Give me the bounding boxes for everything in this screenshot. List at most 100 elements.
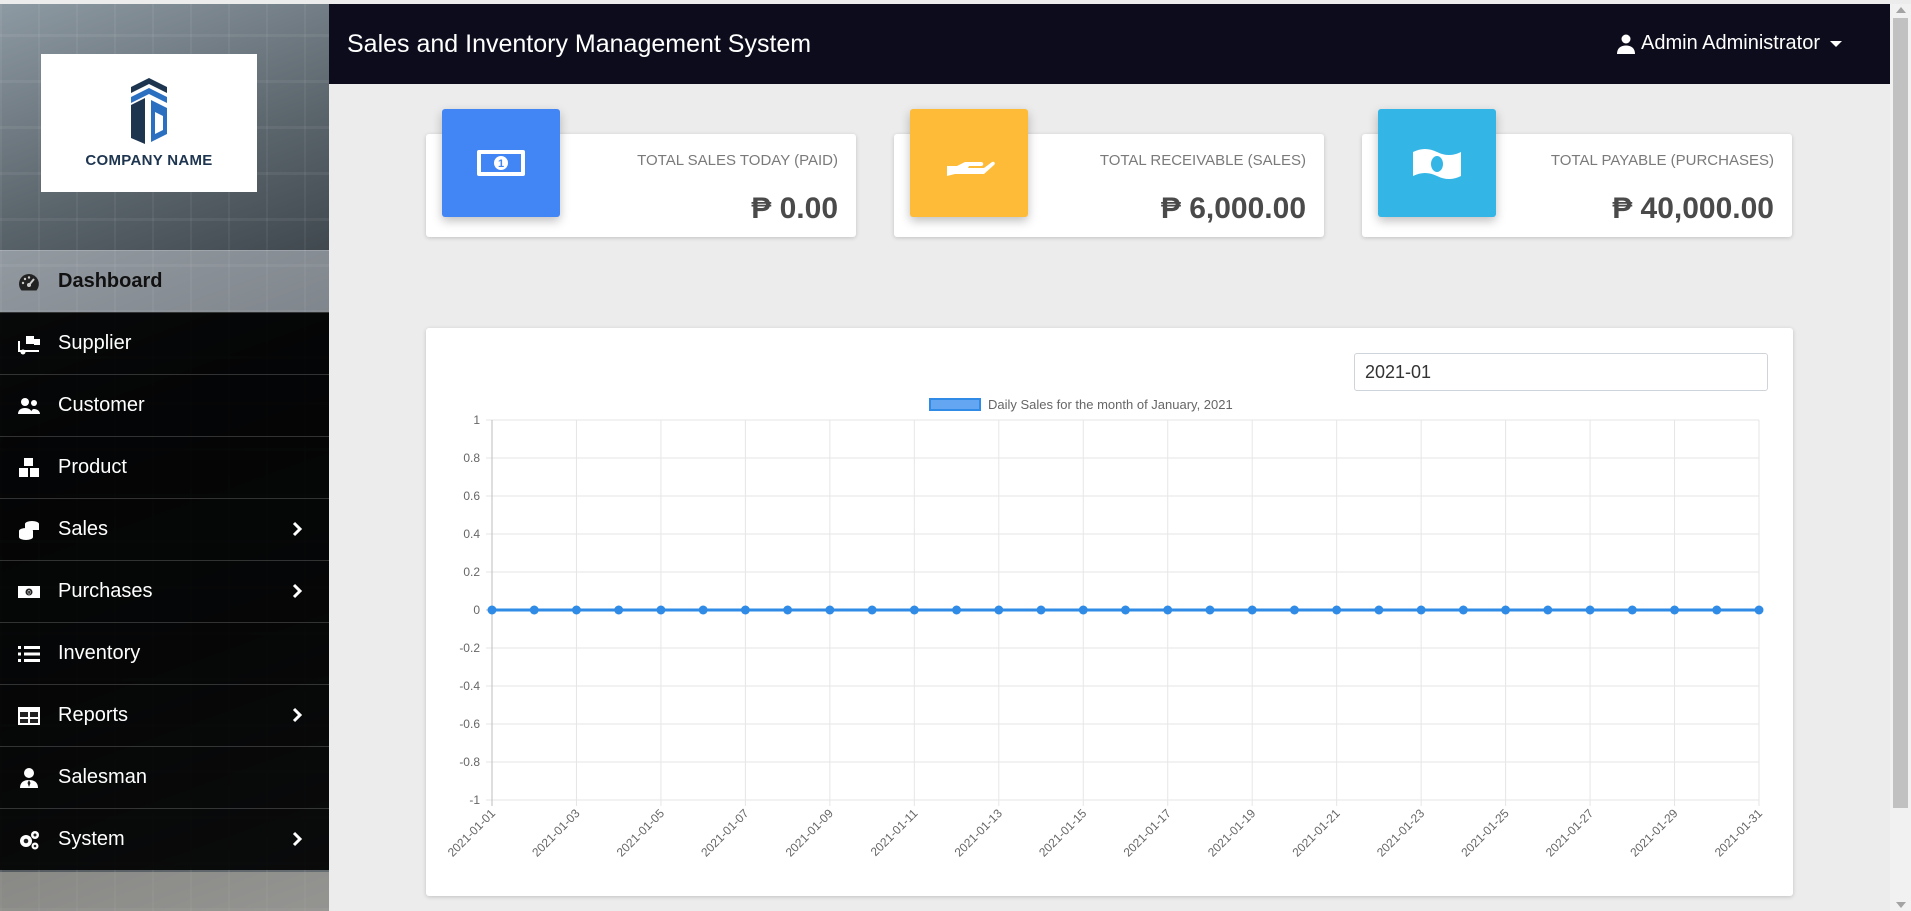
data-point[interactable] xyxy=(1458,605,1468,615)
svg-text:1: 1 xyxy=(498,158,504,170)
company-logo[interactable]: COMPANY NAME xyxy=(41,54,257,192)
sidebar-item-label: Purchases xyxy=(58,580,153,602)
company-logo-icon xyxy=(131,77,167,144)
sidebar-item-system[interactable]: System xyxy=(0,808,329,870)
y-tick-label: 0 xyxy=(473,603,480,617)
sidebar-item-label: Sales xyxy=(58,518,109,540)
stat-card-sales-today: 1 TOTAL SALES TODAY (PAID) ₱ 0.00 xyxy=(426,109,856,237)
data-point[interactable] xyxy=(1754,605,1764,615)
y-tick-label: -0.4 xyxy=(459,679,480,693)
x-tick-label: 2021-01-17 xyxy=(1121,806,1175,860)
data-point[interactable] xyxy=(529,605,539,615)
data-point[interactable] xyxy=(994,605,1004,615)
sidebar-nav: Dashboard Supplier Customer Product Sale… xyxy=(0,250,329,870)
sidebar-item-customer[interactable]: Customer xyxy=(0,374,329,436)
y-tick-label: -0.8 xyxy=(459,755,480,769)
data-point[interactable] xyxy=(487,605,497,615)
x-tick-label: 2021-01-31 xyxy=(1712,806,1766,860)
sidebar-item-label: System xyxy=(58,828,125,850)
x-tick-label: 2021-01-21 xyxy=(1289,806,1343,860)
legend-label[interactable]: Daily Sales for the month of January, 20… xyxy=(988,397,1233,412)
data-point[interactable] xyxy=(1078,605,1088,615)
data-point[interactable] xyxy=(1205,605,1215,615)
legend-swatch[interactable] xyxy=(929,398,981,411)
x-tick-label: 2021-01-01 xyxy=(445,806,499,860)
data-point[interactable] xyxy=(1501,605,1511,615)
scroll-up-arrow-icon[interactable] xyxy=(1896,7,1906,13)
data-point[interactable] xyxy=(1543,605,1553,615)
x-tick-label: 2021-01-19 xyxy=(1205,806,1259,860)
data-point[interactable] xyxy=(1121,605,1130,615)
sidebar-item-salesman[interactable]: Salesman xyxy=(0,746,329,808)
stat-card-icon-box xyxy=(910,109,1028,217)
sidebar-item-label: Reports xyxy=(58,704,129,726)
y-tick-label: 1 xyxy=(473,413,480,427)
user-dropdown[interactable]: Admin Administrator xyxy=(1617,32,1842,55)
app-title: Sales and Inventory Management System xyxy=(347,30,812,58)
sidebar-item-label: Customer xyxy=(58,394,145,416)
sidebar-item-label: Dashboard xyxy=(58,270,163,292)
data-point[interactable] xyxy=(1332,605,1342,615)
y-tick-label: -1 xyxy=(469,793,480,807)
sidebar-background-bottom xyxy=(0,872,329,911)
scroll-down-arrow-icon[interactable] xyxy=(1896,902,1906,908)
data-point[interactable] xyxy=(1627,605,1637,615)
data-point[interactable] xyxy=(1585,605,1595,615)
data-point[interactable] xyxy=(909,605,919,615)
x-tick-label: 2021-01-05 xyxy=(614,806,668,860)
chevron-right-icon xyxy=(292,583,303,599)
data-point[interactable] xyxy=(1036,605,1046,615)
sidebar-item-purchases[interactable]: 0 Purchases xyxy=(0,560,329,622)
data-point[interactable] xyxy=(867,605,877,615)
stat-card-label: TOTAL PAYABLE (PURCHASES) xyxy=(1550,152,1774,169)
sidebar-item-reports[interactable]: Reports xyxy=(0,684,329,746)
user-tie-icon xyxy=(20,767,38,788)
sidebar-item-label: Salesman xyxy=(58,766,147,788)
sidebar-item-dashboard[interactable]: Dashboard xyxy=(0,250,329,312)
app-root: COMPANY NAME Dashboard Supplier Customer… xyxy=(0,0,1911,911)
data-point[interactable] xyxy=(1416,605,1426,615)
data-point[interactable] xyxy=(1374,605,1384,615)
scrollbar-thumb[interactable] xyxy=(1893,18,1908,808)
x-tick-label: 2021-01-29 xyxy=(1627,806,1681,860)
data-point[interactable] xyxy=(1712,605,1722,615)
data-point[interactable] xyxy=(952,605,962,615)
data-point[interactable] xyxy=(825,605,835,615)
stat-card-value: ₱ 0.00 xyxy=(751,192,838,225)
data-point[interactable] xyxy=(740,605,750,615)
data-point[interactable] xyxy=(1247,605,1257,615)
sidebar-item-supplier[interactable]: Supplier xyxy=(0,312,329,374)
sidebar-item-sales[interactable]: Sales xyxy=(0,498,329,560)
stat-card-receivable: TOTAL RECEIVABLE (SALES) ₱ 6,000.00 xyxy=(894,109,1324,237)
x-tick-label: 2021-01-25 xyxy=(1458,806,1512,860)
boxes-icon xyxy=(19,457,39,477)
daily-sales-chart-panel: 1 0.8 0.6 0.4 0.2 0 -0.2 -0.4 -0.6 -0.8 -1 2021-01… xyxy=(426,328,1793,896)
cogs-icon xyxy=(20,830,39,849)
sidebar-item-label: Product xyxy=(58,456,127,478)
stat-card-label: TOTAL SALES TODAY (PAID) xyxy=(637,152,838,169)
sidebar: COMPANY NAME Dashboard Supplier Customer… xyxy=(0,4,329,911)
money-bill-icon: 0 xyxy=(18,585,40,598)
data-point[interactable] xyxy=(1163,605,1173,615)
stat-card-icon-box: 1 xyxy=(442,109,560,217)
x-tick-label: 2021-01-03 xyxy=(529,806,583,860)
data-point[interactable] xyxy=(1670,605,1680,615)
stat-card-value: ₱ 40,000.00 xyxy=(1612,192,1774,225)
users-icon xyxy=(18,397,40,414)
data-point[interactable] xyxy=(783,605,793,615)
hand-holding-icon xyxy=(947,161,995,176)
sidebar-item-inventory[interactable]: Inventory xyxy=(0,622,329,684)
sidebar-item-label: Supplier xyxy=(58,332,132,354)
data-point[interactable] xyxy=(698,605,708,615)
month-picker-input[interactable] xyxy=(1354,353,1768,391)
data-point[interactable] xyxy=(656,605,666,615)
y-tick-label: 0.4 xyxy=(463,527,480,541)
data-point[interactable] xyxy=(614,605,624,615)
coins-icon xyxy=(19,520,39,540)
chevron-right-icon xyxy=(292,521,303,537)
sidebar-item-product[interactable]: Product xyxy=(0,436,329,498)
page-scrollbar[interactable] xyxy=(1890,4,1911,911)
data-point[interactable] xyxy=(1289,605,1299,615)
data-point[interactable] xyxy=(571,605,581,615)
money-bill-icon: 1 xyxy=(477,150,525,176)
